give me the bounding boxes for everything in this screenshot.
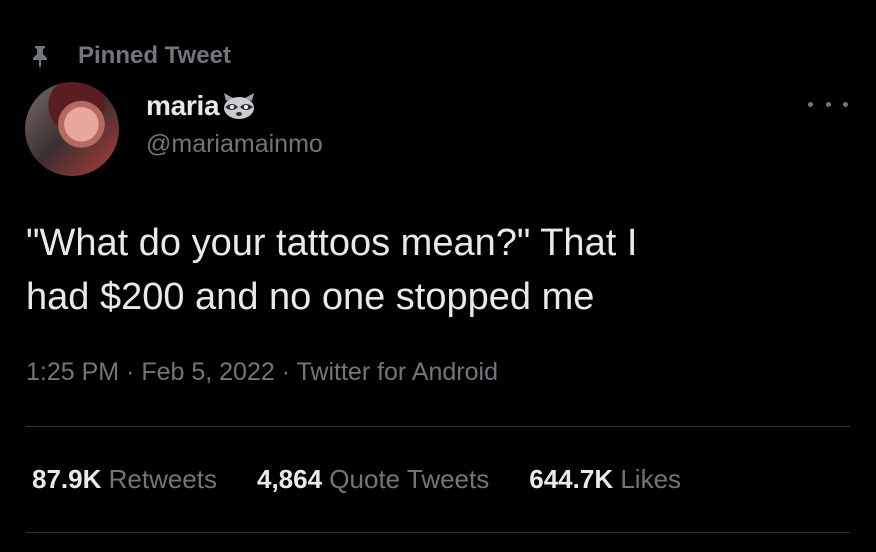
retweets-stat[interactable]: 87.9K Retweets xyxy=(32,464,217,495)
more-dot-icon xyxy=(825,101,831,107)
retweets-label: Retweets xyxy=(108,464,217,494)
more-dot-icon xyxy=(843,101,848,107)
pinned-tweet-header: Pinned Tweet xyxy=(28,42,231,70)
quote-tweets-label: Quote Tweets xyxy=(329,464,490,494)
likes-label: Likes xyxy=(620,464,682,494)
tweet-stats: 87.9K Retweets 4,864 Quote Tweets 644.7K… xyxy=(32,464,721,495)
divider xyxy=(26,532,850,533)
divider xyxy=(26,426,850,427)
display-name[interactable]: maria xyxy=(146,90,220,122)
pin-icon xyxy=(33,46,47,68)
author-info: maria @mariamainmo xyxy=(146,90,323,159)
more-dot-icon xyxy=(808,101,813,107)
avatar[interactable] xyxy=(25,82,119,176)
quote-tweets-count: 4,864 xyxy=(257,464,330,494)
more-options-button[interactable] xyxy=(808,94,848,114)
display-name-row: maria xyxy=(146,90,323,122)
raccoon-icon xyxy=(224,93,255,119)
tweet-timestamp-source[interactable]: 1:25 PM · Feb 5, 2022 · Twitter for Andr… xyxy=(26,358,498,387)
tweet-text: "What do your tattoos mean?" That I had … xyxy=(26,222,638,318)
user-handle[interactable]: @mariamainmo xyxy=(146,130,323,159)
quote-tweets-stat[interactable]: 4,864 Quote Tweets xyxy=(257,464,489,495)
pinned-label: Pinned Tweet xyxy=(78,42,231,69)
likes-stat[interactable]: 644.7K Likes xyxy=(529,464,681,495)
likes-count: 644.7K xyxy=(529,464,621,494)
retweets-count: 87.9K xyxy=(32,464,109,494)
